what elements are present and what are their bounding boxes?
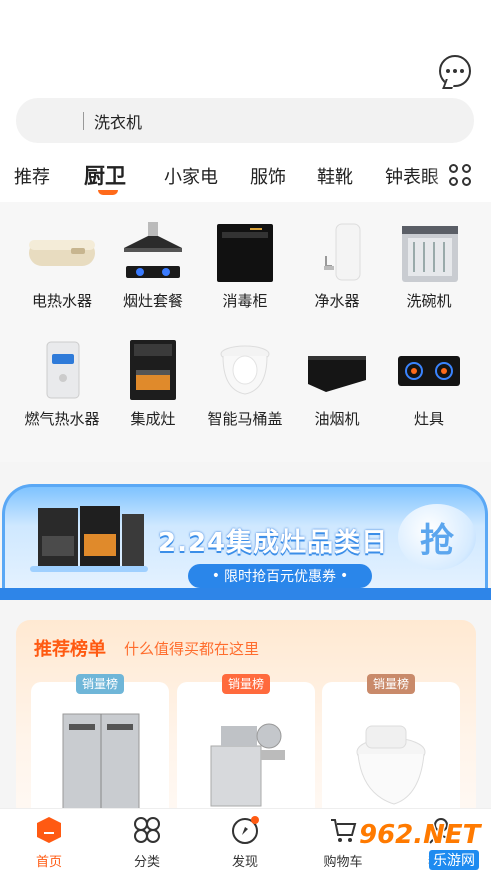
tab-clothing[interactable]: 服饰 [250, 163, 286, 189]
watermark-brand: 962.NET [359, 820, 481, 850]
toilet-seat-icon [210, 340, 280, 400]
nav-home[interactable]: 首页 [14, 815, 84, 870]
recommend-ranking: 推荐榜单 什么值得买都在这里 销量榜 销量榜 销量榜 [16, 620, 476, 808]
nav-discover[interactable]: 发现 [210, 815, 280, 870]
message-icon[interactable] [439, 55, 471, 87]
gas-stove-icon [394, 340, 464, 400]
tab-recommend[interactable]: 推荐 [14, 163, 50, 189]
ranking-card[interactable]: 销量榜 [31, 674, 169, 808]
category-item[interactable]: 消毒柜 [199, 222, 291, 311]
home-icon [34, 815, 64, 845]
category-label: 灶具 [413, 410, 444, 428]
search-bar[interactable]: 洗衣机 [16, 98, 474, 143]
promo-banner[interactable]: 2.24集成灶品类日 • 限时抢百元优惠券 • 抢 [0, 482, 491, 600]
tab-small-appliance[interactable]: 小家电 [164, 163, 218, 189]
active-tab-indicator [98, 190, 118, 195]
gas-heater-icon [27, 340, 97, 400]
nav-discover-label: 发现 [231, 855, 258, 870]
category-tabs: 推荐 厨卫 小家电 服饰 鞋靴 钟表眼 [0, 150, 491, 202]
coupon-pill-label: 限时抢百元优惠券 [224, 569, 336, 585]
tab-kitchen-bath[interactable]: 厨卫 [84, 160, 126, 190]
recommend-subtitle: 什么值得买都在这里 [124, 640, 260, 658]
main-content: 电热水器 烟灶套餐 消毒柜 净水器 洗碗机 燃气热水器 集成灶 智能马桶盖 油烟… [0, 202, 491, 808]
ranking-card[interactable]: 销量榜 [177, 674, 315, 808]
search-cursor [83, 111, 84, 130]
site-watermark: 962.NET 乐游网 [357, 820, 489, 870]
category-icon [132, 815, 162, 845]
recommend-title: 推荐榜单 [34, 639, 106, 660]
category-item[interactable]: 燃气热水器 [16, 340, 108, 429]
coupon-pill[interactable]: • 限时抢百元优惠券 • [188, 564, 372, 588]
nav-category-label: 分类 [133, 855, 160, 870]
category-label: 集成灶 [130, 410, 176, 428]
dishwasher-icon [394, 222, 464, 282]
integrated-stove-image [30, 502, 148, 574]
category-item[interactable]: 洗碗机 [383, 222, 475, 311]
category-label: 烟灶套餐 [122, 292, 183, 310]
category-item[interactable]: 电热水器 [16, 222, 108, 311]
steam-cabinet-image [45, 706, 155, 808]
pill-diamond-left: • [211, 568, 220, 584]
watermark-site: 乐游网 [429, 850, 479, 870]
smart-toilet-image [336, 706, 446, 808]
category-item[interactable]: 智能马桶盖 [199, 340, 291, 429]
category-item[interactable]: 集成灶 [107, 340, 199, 429]
category-grid: 电热水器 烟灶套餐 消毒柜 净水器 洗碗机 燃气热水器 集成灶 智能马桶盖 油烟… [0, 202, 491, 462]
category-item[interactable]: 净水器 [291, 222, 383, 311]
water-purifier-icon [302, 222, 372, 282]
pill-diamond-right: • [340, 568, 349, 584]
category-label: 电热水器 [31, 292, 92, 310]
compass-icon [230, 815, 260, 845]
cart-icon [328, 815, 358, 845]
search-input[interactable]: 洗衣机 [94, 109, 142, 133]
category-label: 油烟机 [314, 410, 360, 428]
grab-badge[interactable]: 抢 [398, 504, 476, 570]
range-hood-stove-icon [118, 222, 188, 282]
meat-slicer-image [191, 706, 301, 808]
water-heater-icon [27, 222, 97, 282]
category-label: 净水器 [314, 292, 360, 310]
sales-rank-badge: 销量榜 [76, 674, 124, 694]
sales-rank-badge: 销量榜 [222, 674, 270, 694]
banner-bottom-strip [0, 588, 491, 600]
nav-category[interactable]: 分类 [112, 815, 182, 870]
sterilizer-icon [210, 222, 280, 282]
tab-shoes[interactable]: 鞋靴 [317, 163, 353, 189]
category-label: 智能马桶盖 [207, 410, 283, 428]
banner-title: 2.24集成灶品类日 [158, 528, 389, 558]
category-item[interactable]: 油烟机 [291, 340, 383, 429]
category-label: 燃气热水器 [24, 410, 100, 428]
category-item[interactable]: 灶具 [383, 340, 475, 429]
category-label: 消毒柜 [222, 292, 268, 310]
integrated-stove-icon [118, 340, 188, 400]
sales-rank-badge: 销量榜 [367, 674, 415, 694]
range-hood-icon [302, 340, 372, 400]
category-label: 洗碗机 [406, 292, 452, 310]
category-item[interactable]: 烟灶套餐 [107, 222, 199, 311]
ranking-card[interactable]: 销量榜 [322, 674, 460, 808]
all-categories-icon[interactable] [449, 164, 473, 188]
nav-home-label: 首页 [35, 855, 62, 870]
